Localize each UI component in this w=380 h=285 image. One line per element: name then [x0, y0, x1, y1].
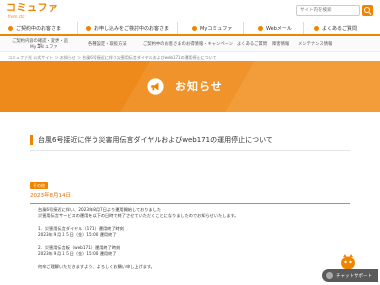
- megaphone-icon: [147, 78, 164, 95]
- subnav-campaign[interactable]: ご契約中のお客さまのお得情報・キャンペーン: [143, 42, 233, 47]
- nav-label: ご契約中のお客さま: [16, 25, 62, 32]
- site-header: コミュファ from ctc: [0, 0, 380, 22]
- logo-main-text: コミュファ: [6, 3, 59, 14]
- nav-label: よくあるご質問: [322, 25, 358, 32]
- subnav-settings[interactable]: 各種設定・取扱方法: [88, 42, 127, 47]
- chat-icon: [326, 272, 333, 279]
- nav-label: Webメール: [266, 25, 292, 32]
- nav-faq[interactable]: よくあるご質問: [304, 22, 380, 34]
- nav-webmail[interactable]: Webメール: [244, 22, 304, 34]
- nav-label: お申し込みをご検討中のお客さま: [94, 25, 170, 32]
- document-icon: [86, 25, 91, 31]
- body-line: 何卒ご理解いただきますよう、よろしくお願い申し上げます。: [38, 263, 155, 269]
- main-nav: ご契約中のお客さま お申し込みをご検討中のお客さま Myコミュファ Webメール…: [0, 22, 380, 36]
- commufa-logo[interactable]: コミュファ from ctc: [6, 3, 59, 19]
- divider: [30, 203, 350, 204]
- page-banner: お知らせ: [0, 61, 380, 112]
- nav-label: Myコミュファ: [200, 25, 233, 32]
- article-title: 台風6号接近に伴う災害用伝言ダイヤルおよびweb171の運用停止について: [30, 135, 350, 145]
- chat-support-button[interactable]: チャットサポート: [322, 269, 378, 282]
- nav-current-customers[interactable]: ご契約中のお客さま: [0, 22, 78, 34]
- chat-label: チャットサポート: [336, 273, 372, 279]
- subnav-my-commufa[interactable]: Myコミュファ: [30, 45, 58, 50]
- question-icon: [314, 25, 319, 31]
- subnav-faq[interactable]: よくあるご質問: [237, 42, 267, 47]
- nav-prospective-customers[interactable]: お申し込みをご検討中のお客さま: [78, 22, 178, 34]
- subnav-outage[interactable]: 障害情報: [272, 42, 289, 47]
- mascot-icon[interactable]: [340, 253, 356, 270]
- sub-nav: ご契約内容の確認・変更・追加 Myコミュファ 各種設定・取扱方法 ご契約中のお客…: [0, 37, 380, 52]
- person-icon: [192, 25, 197, 31]
- mail-icon: [258, 25, 263, 31]
- subnav-maintenance[interactable]: メンテナンス情報: [298, 42, 332, 47]
- article-body: 台風6号接近に伴い、2023年8月7日より運用開始しておりました 災害用伝言サー…: [38, 207, 338, 270]
- nav-my-commufa[interactable]: Myコミュファ: [178, 22, 244, 34]
- banner-stripe: [0, 61, 150, 112]
- user-icon: [8, 25, 13, 31]
- divider: [30, 150, 350, 151]
- search-icon[interactable]: [362, 5, 373, 16]
- page-title: お知らせ: [175, 80, 223, 93]
- logo-sub-text: from ctc: [8, 14, 25, 19]
- category-badge: その他: [30, 182, 48, 189]
- article-date: 2023年8月14日: [30, 193, 71, 199]
- banner-stripe: [225, 61, 380, 112]
- search-input[interactable]: [296, 5, 360, 16]
